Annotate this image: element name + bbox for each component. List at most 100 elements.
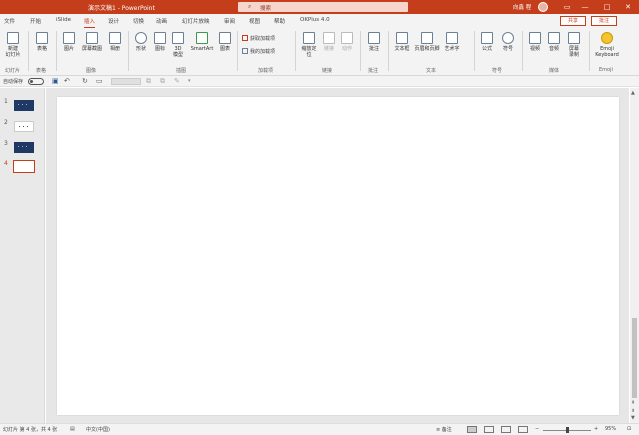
tab-view[interactable]: 视图: [249, 17, 260, 25]
tab-file[interactable]: 文件: [4, 17, 15, 25]
get-addins-button[interactable]: 获取加载项: [242, 35, 275, 42]
equation-button[interactable]: 公式: [479, 32, 495, 52]
emoji-icon: [601, 32, 613, 44]
reading-view-icon[interactable]: [501, 426, 511, 433]
tab-review[interactable]: 审阅: [224, 17, 235, 25]
emoji-keyboard-button[interactable]: Emoji Keyboard: [593, 32, 621, 58]
action-label: 动作: [341, 46, 352, 52]
prev-slide-icon[interactable]: ⇞: [631, 400, 635, 406]
share-button[interactable]: 共享: [560, 16, 586, 26]
shapes-button[interactable]: 形状: [132, 32, 150, 52]
group-label-addins: 加载项: [258, 68, 274, 74]
new-slide-button[interactable]: 新建 幻灯片: [3, 32, 23, 58]
group-label-illustrations: 插图: [176, 68, 187, 74]
current-slide-canvas[interactable]: [57, 97, 619, 415]
video-button[interactable]: 视频: [527, 32, 543, 52]
save-icon[interactable]: ▣: [52, 77, 59, 85]
comments-button[interactable]: 批注: [591, 16, 617, 26]
my-addins-button[interactable]: 我的加载项: [242, 48, 275, 55]
fit-to-window-icon[interactable]: ⊡: [627, 426, 631, 432]
textbox-button[interactable]: 文本框: [392, 32, 412, 52]
audio-button[interactable]: 音频: [546, 32, 562, 52]
scrollbar-thumb[interactable]: [632, 318, 637, 398]
zoom-level[interactable]: 95%: [605, 426, 616, 432]
shapes-label: 形状: [135, 46, 146, 52]
undo-icon[interactable]: ↶: [64, 77, 70, 85]
next-slide-icon[interactable]: ⇟: [631, 408, 635, 414]
scroll-up-icon[interactable]: ▲: [631, 90, 635, 96]
picture-button[interactable]: 图片: [60, 32, 78, 52]
language-status[interactable]: 中文(中国): [86, 426, 110, 433]
slide-thumbnail-2[interactable]: [14, 121, 34, 132]
tab-design[interactable]: 设计: [108, 17, 119, 25]
zoom-in-icon[interactable]: +: [594, 426, 598, 432]
store-icon: [242, 35, 248, 41]
tab-slideshow[interactable]: 幻灯片放映: [182, 17, 210, 25]
maximize-button[interactable]: □: [600, 1, 614, 13]
tab-transitions[interactable]: 切换: [133, 17, 144, 25]
format-painter-icon[interactable]: ✎: [174, 77, 180, 85]
notes-button[interactable]: ≡ 备注: [436, 426, 452, 433]
table-button[interactable]: 表格: [33, 32, 51, 52]
chart-button[interactable]: 图表: [217, 32, 233, 52]
normal-view-icon[interactable]: [467, 426, 477, 433]
screen-recording-button[interactable]: 屏幕 录制: [565, 32, 583, 58]
group-label-comments: 批注: [368, 68, 379, 74]
search-placeholder: 搜索: [260, 5, 272, 12]
close-button[interactable]: ✕: [621, 1, 635, 13]
omega-icon: [502, 32, 514, 44]
action-button[interactable]: 动作: [339, 32, 355, 52]
link-button[interactable]: 链接: [321, 32, 337, 52]
wordart-button[interactable]: 艺术字: [443, 32, 461, 52]
slide-sorter-icon[interactable]: [484, 426, 494, 433]
tab-okplus[interactable]: OKPlus 4.0: [300, 17, 330, 23]
smartart-button[interactable]: SmartArt: [189, 32, 215, 52]
vertical-scrollbar[interactable]: ▲ ⇞ ⇟ ▼: [630, 88, 639, 423]
speaker-icon: [548, 32, 560, 44]
screenshot-button[interactable]: 屏幕截图: [80, 32, 104, 52]
slide-thumbnail-1[interactable]: [14, 100, 34, 111]
group-label-slides: 幻灯片: [5, 68, 21, 74]
zoom-button[interactable]: 缩放定 位: [299, 32, 319, 58]
autosave-toggle[interactable]: [28, 78, 44, 85]
zoom-label: 缩放定 位: [301, 46, 317, 58]
album-button[interactable]: 相册: [106, 32, 124, 52]
group-icon[interactable]: ⧉: [160, 77, 165, 86]
zoom-icon: [303, 32, 315, 44]
zoom-out-icon[interactable]: −: [535, 426, 539, 432]
tab-animations[interactable]: 动画: [156, 17, 167, 25]
3d-models-button[interactable]: 3D 模型: [170, 32, 186, 58]
insert-comment-button[interactable]: 批注: [365, 32, 383, 52]
tab-home[interactable]: 开始: [30, 17, 41, 25]
link-icon: [323, 32, 335, 44]
slide-count-status: 幻灯片 第 4 张，共 4 张: [3, 427, 58, 433]
ribbon-display-options-icon[interactable]: ▭: [560, 1, 574, 13]
ribbon-tabs: 文件 开始 iSlide 插入 设计 切换 动画 幻灯片放映 审阅 视图 帮助 …: [0, 14, 639, 28]
zoom-slider-handle[interactable]: [566, 427, 569, 433]
notes-label: 备注: [441, 427, 452, 433]
minimize-button[interactable]: —: [578, 1, 592, 13]
start-slideshow-icon[interactable]: ▭: [96, 77, 103, 85]
tab-insert[interactable]: 插入: [84, 17, 96, 28]
header-footer-button[interactable]: 页眉和页脚: [413, 32, 441, 52]
symbol-button[interactable]: 符号: [500, 32, 516, 52]
tab-help[interactable]: 帮助: [274, 17, 285, 25]
scroll-down-icon[interactable]: ▼: [631, 415, 635, 421]
avatar[interactable]: [538, 2, 548, 12]
slide-thumbnail-4[interactable]: [13, 160, 35, 173]
slideshow-view-icon[interactable]: [518, 426, 528, 433]
search-box[interactable]: ⌕ 搜索: [238, 2, 408, 12]
slide-editor: [46, 88, 629, 423]
user-name[interactable]: 向鑫 程: [513, 3, 531, 11]
align-icon[interactable]: ⧉: [146, 77, 151, 86]
customize-qat-icon[interactable]: ▾: [188, 78, 191, 84]
group-divider: [128, 31, 129, 71]
accessibility-icon[interactable]: ▤: [70, 426, 75, 432]
redo-icon[interactable]: ↻: [82, 77, 88, 85]
addins-icon: [242, 48, 248, 54]
icons-button[interactable]: 图标: [152, 32, 168, 52]
audio-label: 音频: [548, 46, 559, 52]
slide-thumbnail-3[interactable]: [14, 142, 34, 153]
qat-dropdown[interactable]: [111, 78, 141, 85]
tab-islide[interactable]: iSlide: [56, 17, 71, 23]
